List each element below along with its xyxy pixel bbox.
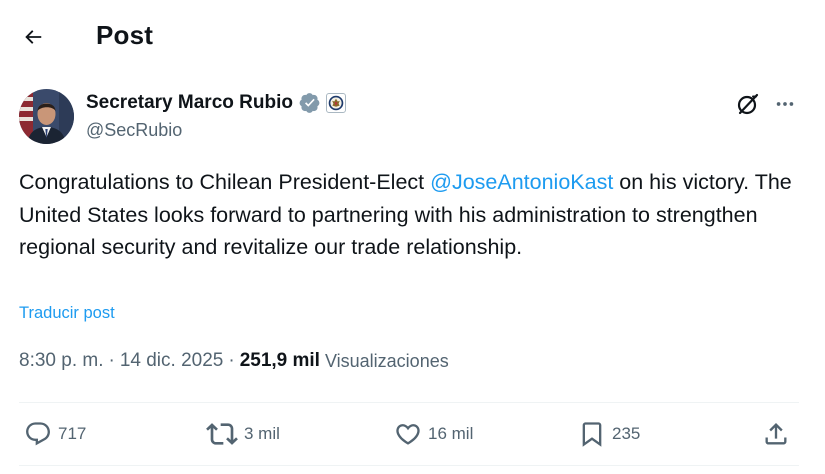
post-text: Congratulations to Chilean President-Ele…: [19, 166, 809, 264]
department-seal-icon[interactable]: [325, 93, 346, 113]
more-options-button[interactable]: [772, 91, 798, 117]
reply-button[interactable]: 717: [24, 414, 86, 454]
author-display-name[interactable]: Secretary Marco Rubio: [86, 92, 293, 114]
arrow-left-icon: [25, 30, 42, 44]
views-label: Visualizaciones: [324, 350, 449, 371]
post-meta: 8:30 p. m. · 14 dic. 2025 · 251,9 mil Vi…: [19, 350, 449, 372]
like-button[interactable]: 16 mil: [394, 414, 473, 454]
back-button[interactable]: [14, 18, 52, 56]
divider: [19, 402, 799, 403]
repost-button[interactable]: 3 mil: [206, 414, 280, 454]
author-name-row: Secretary Marco Rubio: [86, 91, 346, 115]
top-header: Post: [0, 0, 825, 74]
verified-badge-icon[interactable]: [299, 92, 321, 114]
more-dots-icon: [776, 102, 794, 106]
translate-post-link[interactable]: Traducir post: [19, 304, 115, 323]
post-actions-bar: 717 3 mil 16 mil 235: [0, 414, 825, 454]
reply-icon: [26, 422, 50, 446]
meta-separator: ·: [108, 350, 115, 371]
bookmark-icon: [582, 422, 602, 447]
post-date[interactable]: 14 dic. 2025: [120, 350, 224, 372]
avatar[interactable]: [19, 89, 74, 144]
repost-count: 3 mil: [244, 424, 280, 443]
post-time[interactable]: 8:30 p. m.: [19, 350, 104, 372]
repost-icon: [206, 423, 238, 445]
meta-separator: ·: [228, 350, 235, 371]
divider: [19, 465, 799, 466]
grok-button[interactable]: [735, 91, 761, 117]
author-handle[interactable]: @SecRubio: [86, 120, 182, 141]
post-text-before: Congratulations to Chilean President-Ele…: [19, 170, 431, 194]
heart-icon: [396, 424, 420, 445]
share-button[interactable]: [762, 414, 790, 454]
reply-count: 717: [58, 424, 87, 443]
grok-icon: [737, 93, 759, 115]
like-count: 16 mil: [428, 424, 474, 443]
mention-link[interactable]: @JoseAntonioKast: [430, 170, 613, 194]
share-icon: [765, 423, 787, 445]
bookmark-button[interactable]: 235: [578, 414, 640, 454]
page-title: Post: [96, 20, 154, 50]
bookmark-count: 235: [612, 424, 641, 443]
views-count: 251,9 mil: [239, 350, 320, 371]
